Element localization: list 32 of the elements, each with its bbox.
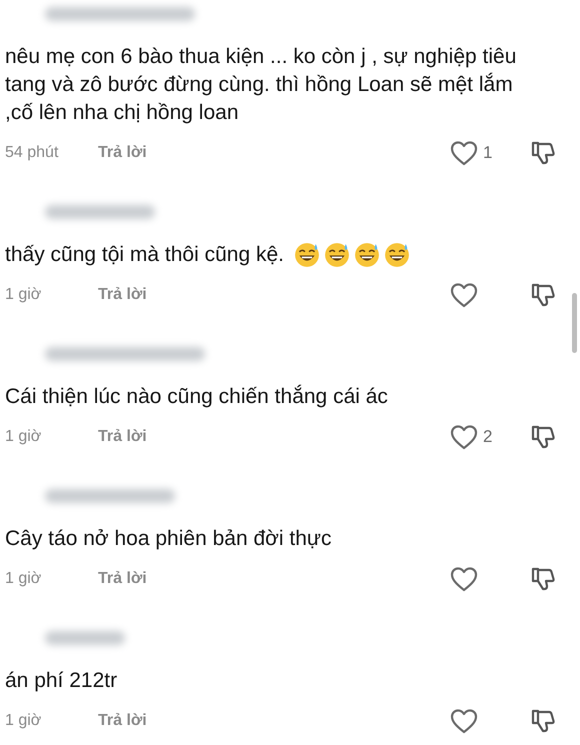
like-count: 1 (483, 143, 492, 163)
reply-link[interactable]: Trả lời (98, 570, 147, 588)
reply-link[interactable]: Trả lời (98, 144, 147, 162)
thumbs-down-icon[interactable] (530, 282, 556, 308)
heart-icon[interactable] (450, 708, 478, 734)
sweat-smile-emoji-icon (324, 242, 350, 268)
heart-icon[interactable] (450, 566, 478, 592)
reply-link[interactable]: Trả lời (98, 712, 147, 730)
scrollbar[interactable] (572, 293, 577, 353)
comment-time: 54 phút (5, 144, 60, 162)
heart-icon[interactable] (450, 140, 478, 166)
comment-time: 1 giờ (5, 570, 42, 588)
heart-icon[interactable] (450, 282, 478, 308)
reply-link[interactable]: Trả lời (98, 428, 147, 446)
comment-time: 1 giờ (5, 712, 42, 730)
sweat-smile-emoji-icon (294, 242, 320, 268)
comment-time: 1 giờ (5, 286, 42, 304)
comment-text: thấy cũng tội mà thôi cũng kệ. (5, 242, 284, 268)
reply-link[interactable]: Trả lời (98, 286, 147, 304)
thumbs-down-icon[interactable] (530, 708, 556, 734)
like-count: 2 (483, 427, 492, 447)
heart-icon[interactable] (450, 424, 478, 450)
thumbs-down-icon[interactable] (530, 424, 556, 450)
thumbs-down-icon[interactable] (530, 566, 556, 592)
comment-time: 1 giờ (5, 428, 42, 446)
sweat-smile-emoji-icon (384, 242, 410, 268)
thumbs-down-icon[interactable] (530, 140, 556, 166)
sweat-smile-emoji-icon (354, 242, 380, 268)
comment-text: án phí 212tr (5, 668, 118, 694)
comment-text: Cây táo nở hoa phiên bản đời thực (5, 526, 332, 552)
comment-text: Cái thiện lúc nào cũng chiến thắng cái ác (5, 384, 388, 410)
comment-text: nêu mẹ con 6 bào thua kiện ... ko còn j , sự nghiệp tiêu tang và zô bước đừng cùng. thì hồng Loan sẽ mệt lắm ,cố lên nha chị hồng loan (5, 44, 518, 126)
